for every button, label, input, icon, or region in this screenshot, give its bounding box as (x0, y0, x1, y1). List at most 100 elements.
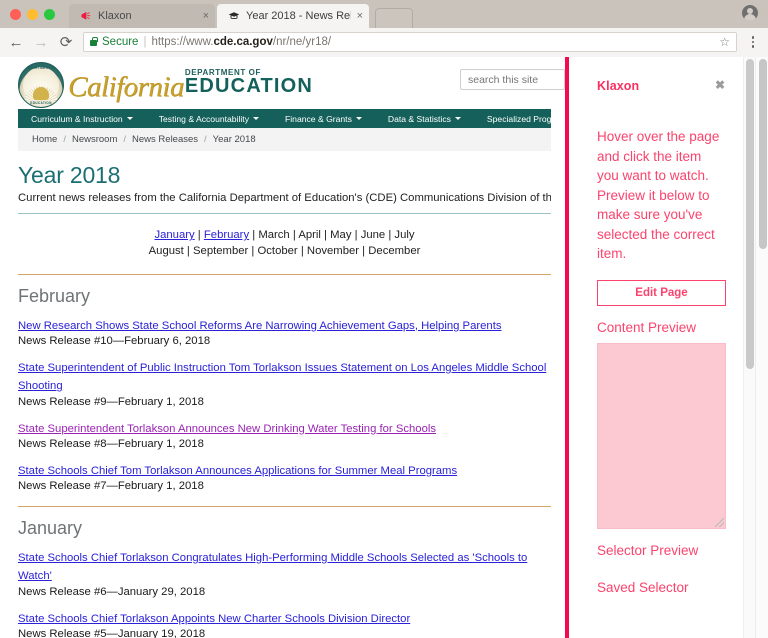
selector-preview-label: Selector Preview (597, 542, 699, 558)
tab-close-icon[interactable]: × (203, 10, 209, 22)
chevron-down-icon (454, 117, 461, 120)
seal-bottom-text: EDUCATION (30, 100, 52, 105)
month-index-row-1: January | February | March | April | May… (154, 229, 415, 241)
news-release-meta: News Release #7—February 1, 2018 (18, 480, 204, 492)
tab-title: Klaxon (98, 10, 132, 22)
cde-website: DEPARTMENT OF EDUCATION California DEPAR… (0, 57, 565, 638)
news-release-link[interactable]: State Superintendent Torlakson Announces… (18, 423, 436, 435)
page-viewport: DEPARTMENT OF EDUCATION California DEPAR… (0, 57, 768, 638)
nav-label: Testing & Accountability (158, 113, 249, 124)
california-state-seal-icon: DEPARTMENT OF EDUCATION (18, 62, 64, 108)
breadcrumb: Home / Newsroom / News Releases / Year 2… (18, 128, 551, 151)
news-release-meta: News Release #6—January 29, 2018 (18, 585, 206, 598)
klaxon-title: Klaxon (597, 79, 640, 93)
month-text-august: August (148, 245, 184, 258)
nav-item-testing-accountability[interactable]: Testing & Accountability (146, 114, 272, 124)
search-input[interactable] (461, 70, 564, 90)
nav-item-finance-grants[interactable]: Finance & Grants (272, 114, 375, 124)
minimize-window-button[interactable] (27, 8, 38, 20)
close-icon[interactable]: ✖ (715, 79, 725, 91)
page-content: Year 2018 Current news releases from the… (0, 151, 565, 638)
news-release-link[interactable]: State Schools Chief Tom Torlakson Announ… (18, 465, 457, 477)
news-release-item: State Schools Chief Torlakson Congratula… (18, 548, 551, 598)
news-release-link[interactable]: State Superintendent of Public Instructi… (18, 362, 546, 392)
nav-item-specialized-programs[interactable]: Specialized Programs (474, 114, 551, 124)
breadcrumb-item-news-releases[interactable]: News Releases (132, 134, 198, 145)
chevron-down-icon (126, 117, 133, 120)
month-text-october: October (257, 245, 298, 258)
month-text-november: November (306, 245, 360, 258)
browser-tab-year-2018[interactable]: Year 2018 - News Releases (C × (217, 4, 369, 28)
breadcrumb-item-year-2018: Year 2018 (212, 134, 256, 145)
new-tab-button[interactable] (375, 8, 413, 28)
nav-item-data-statistics[interactable]: Data & Statistics (375, 114, 474, 124)
graduation-cap-icon (227, 9, 241, 23)
month-text-december: December (368, 245, 421, 258)
bookmark-star-icon[interactable]: ☆ (719, 35, 730, 49)
klaxon-panel-header: Klaxon ✖ (597, 79, 725, 93)
site-main-nav: Curriculum & Instruction Testing & Accou… (18, 109, 551, 128)
klaxon-panel: Klaxon ✖ Hover over the page and click t… (565, 57, 755, 638)
tab-strip: Klaxon × Year 2018 - News Releases (C × (0, 0, 768, 28)
klaxon-instructions: Hover over the page and click the item y… (597, 129, 720, 262)
klaxon-horn-icon (79, 9, 93, 23)
month-text-april: April (298, 229, 321, 241)
page-scrollbar-thumb[interactable] (758, 59, 767, 249)
lock-icon (90, 36, 98, 46)
back-button[interactable]: ← (8, 34, 24, 51)
klaxon-panel-body: Klaxon ✖ Hover over the page and click t… (569, 57, 747, 595)
forward-button[interactable]: → (33, 34, 49, 51)
klaxon-scrollbar[interactable] (743, 57, 755, 638)
news-release-meta: News Release #5—January 19, 2018 (18, 627, 206, 638)
reload-button[interactable]: ⟳ (58, 34, 74, 51)
url-text: https://www.cde.ca.gov/nr/ne/yr18/ (151, 36, 331, 48)
news-release-meta: News Release #9—February 1, 2018 (18, 395, 204, 408)
divider-gold (18, 273, 551, 275)
breadcrumb-item-newsroom[interactable]: Newsroom (72, 134, 117, 145)
month-text-june: June (360, 229, 386, 241)
maximize-window-button[interactable] (44, 8, 55, 20)
content-preview-box[interactable] (597, 342, 726, 529)
news-release-link[interactable]: State Schools Chief Torlakson Congratula… (18, 552, 527, 582)
month-text-september: September (193, 245, 249, 258)
month-index: January | February | March | April | May… (18, 227, 551, 260)
divider-teal (18, 213, 551, 214)
news-release-item: State Schools Chief Tom Torlakson Announ… (18, 461, 551, 492)
site-logo-wordmark[interactable]: California DEPARTMENT OF EDUCATION (68, 68, 313, 102)
month-link-february[interactable]: February (204, 229, 249, 241)
news-release-meta: News Release #8—February 1, 2018 (18, 437, 204, 450)
klaxon-scrollbar-thumb[interactable] (746, 59, 754, 369)
resize-grip-icon[interactable] (715, 517, 724, 527)
news-release-item: New Research Shows State School Reforms … (18, 316, 551, 347)
month-index-row-2: August | September | October | November … (148, 245, 421, 258)
tab-close-icon[interactable]: × (357, 10, 363, 22)
breadcrumb-item-home[interactable]: Home (32, 134, 57, 145)
kebab-menu-icon[interactable] (746, 36, 760, 48)
close-window-button[interactable] (10, 8, 21, 20)
nav-item-curriculum-instruction[interactable]: Curriculum & Instruction (18, 114, 146, 124)
breadcrumb-separator: / (123, 134, 127, 145)
month-link-january[interactable]: January (154, 229, 194, 241)
month-text-july: July (394, 229, 415, 241)
news-release-item: State Superintendent Torlakson Announces… (18, 419, 551, 450)
url-domain: cde.ca.gov (213, 36, 273, 48)
page-scrollbar[interactable] (755, 57, 768, 638)
address-bar[interactable]: Secure | https://www.cde.ca.gov/nr/ne/yr… (83, 32, 737, 52)
news-release-link[interactable]: State Schools Chief Torlakson Appoints N… (18, 613, 410, 625)
news-release-link[interactable]: New Research Shows State School Reforms … (18, 320, 501, 332)
chevron-down-icon (253, 117, 259, 120)
nav-label: Data & Statistics (387, 113, 451, 124)
url-path: /nr/ne/yr18/ (272, 36, 332, 48)
saved-selector-label: Saved Selector (597, 579, 689, 595)
site-search-box[interactable] (460, 69, 565, 90)
tab-title: Year 2018 - News Releases (C (246, 10, 351, 22)
browser-tab-klaxon[interactable]: Klaxon × (69, 4, 215, 28)
window-controls (8, 0, 63, 28)
secure-label: Secure (102, 36, 139, 48)
user-avatar-icon[interactable] (742, 5, 758, 21)
url-prefix: https://www. (151, 36, 214, 48)
nav-label: Specialized Programs (486, 113, 551, 124)
section-heading-february: February (18, 285, 91, 306)
nav-label: Curriculum & Instruction (31, 113, 123, 124)
edit-page-button[interactable]: Edit Page (597, 279, 726, 306)
